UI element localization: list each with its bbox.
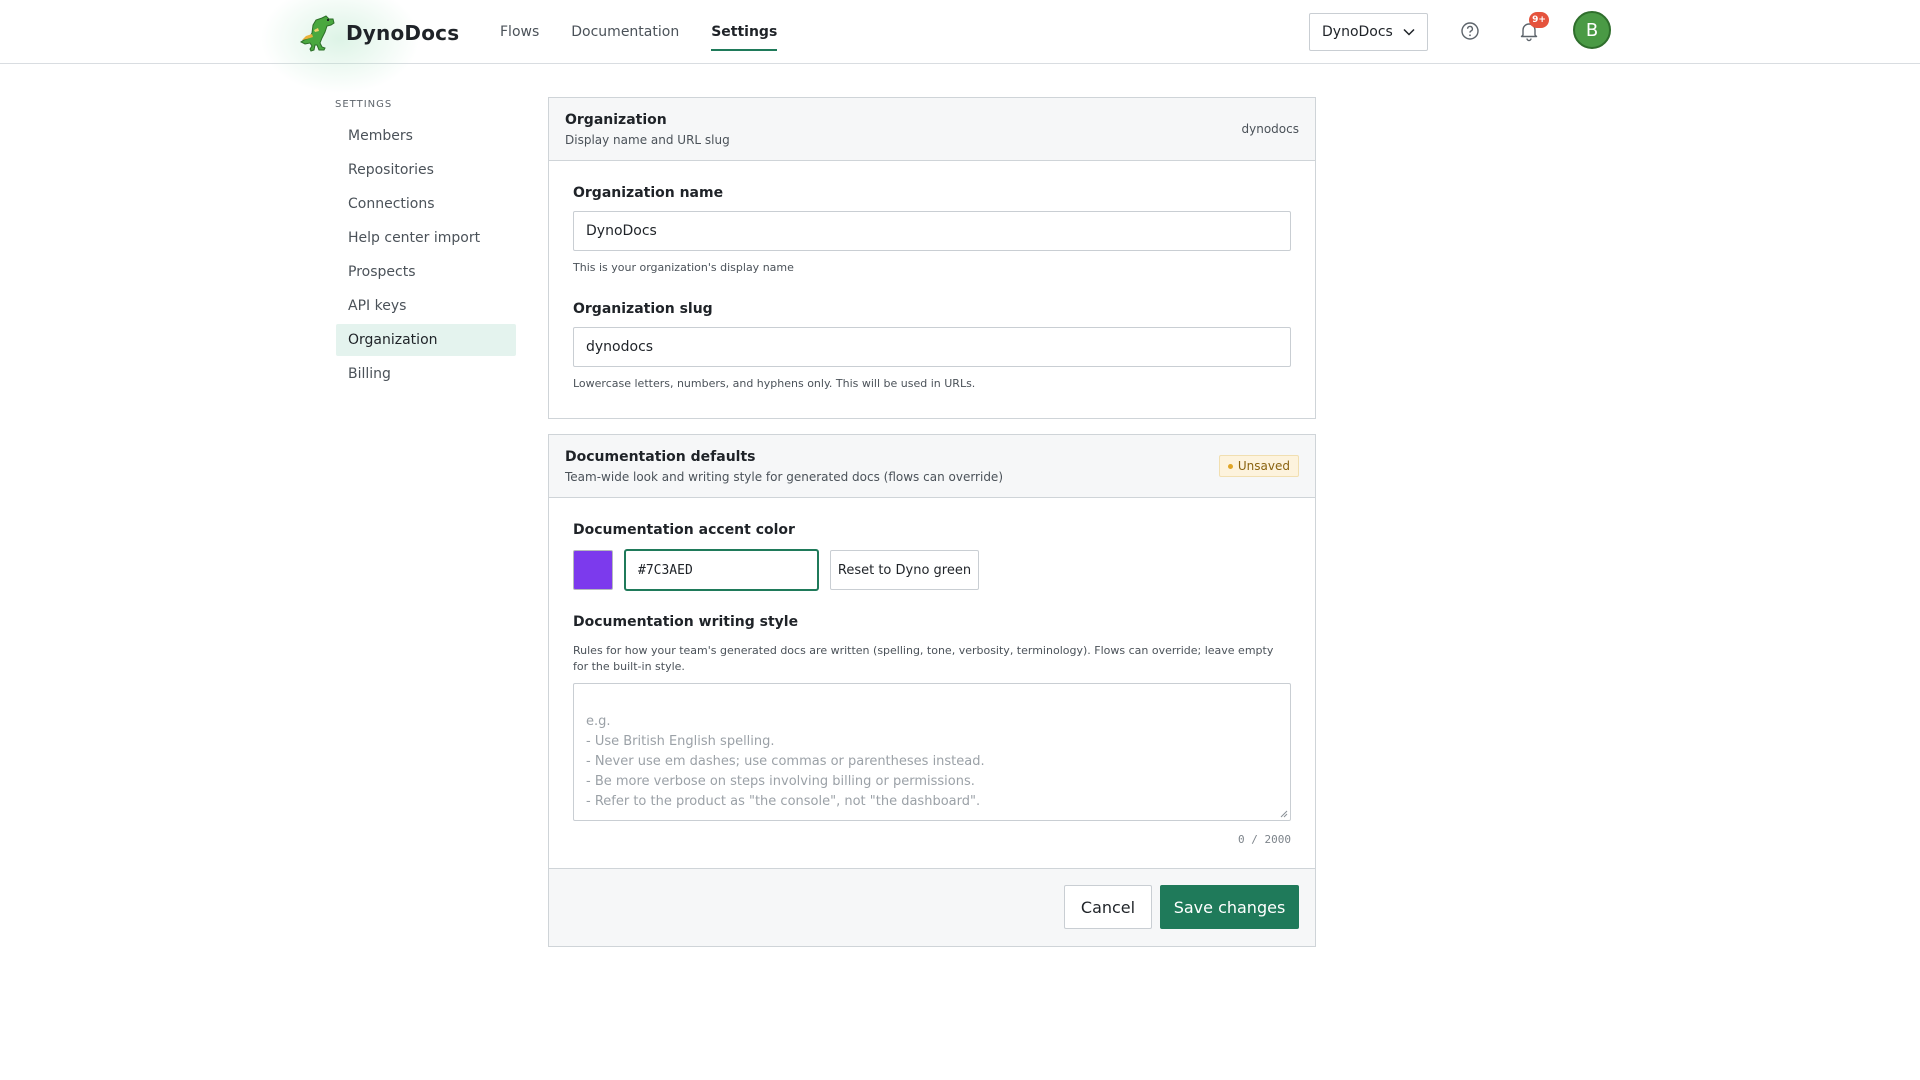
accent-color-swatch[interactable] [573, 550, 613, 590]
card-footer: Cancel Save changes [549, 868, 1315, 946]
organization-card-title: Organization [565, 112, 667, 128]
accent-color-label: Documentation accent color [573, 522, 795, 538]
main-nav: Flows Documentation Settings [500, 0, 778, 64]
writing-style-label: Documentation writing style [573, 614, 799, 630]
org-name-hint: This is your organization's display name [573, 261, 794, 274]
chevron-down-icon [1403, 28, 1415, 36]
sidebar-heading: SETTINGS [335, 99, 393, 110]
organization-card-subtitle: Display name and URL slug [565, 133, 730, 147]
dino-logo-icon [300, 15, 335, 52]
writing-style-textarea[interactable]: e.g. - Use British English spelling. - N… [573, 683, 1291, 821]
nav-settings[interactable]: Settings [711, 0, 778, 64]
org-selector[interactable]: DynoDocs [1309, 13, 1428, 51]
sidebar-item-repositories[interactable]: Repositories [336, 154, 516, 186]
sidebar: Members Repositories Connections Help ce… [336, 120, 516, 392]
save-changes-button[interactable]: Save changes [1160, 885, 1299, 929]
doc-defaults-subtitle: Team-wide look and writing style for gen… [565, 470, 1003, 484]
sidebar-item-prospects[interactable]: Prospects [336, 256, 516, 288]
sidebar-item-api-keys[interactable]: API keys [336, 290, 516, 322]
org-slug-hint: Lowercase letters, numbers, and hyphens … [573, 377, 976, 390]
nav-documentation[interactable]: Documentation [571, 0, 679, 64]
documentation-defaults-card: Documentation defaults Team-wide look an… [548, 434, 1316, 947]
avatar[interactable]: B [1573, 11, 1611, 49]
accent-color-hex-input[interactable] [624, 549, 819, 591]
organization-card-header: Organization Display name and URL slug d… [549, 98, 1315, 161]
logo-glow [260, 0, 420, 94]
writing-style-description: Rules for how your team's generated docs… [573, 644, 1274, 673]
doc-defaults-title: Documentation defaults [565, 449, 756, 465]
org-name-input[interactable] [573, 211, 1291, 251]
organization-slug-display: dynodocs [1241, 122, 1299, 136]
org-slug-input[interactable] [573, 327, 1291, 367]
organization-card: Organization Display name and URL slug d… [548, 97, 1316, 419]
notification-badge: 9+ [1529, 12, 1549, 28]
org-slug-label: Organization slug [573, 301, 713, 317]
writing-style-placeholder: e.g. - Use British English spelling. - N… [586, 714, 985, 809]
brand-logo[interactable]: DynoDocs [260, 0, 460, 94]
org-name-label: Organization name [573, 185, 724, 201]
doc-defaults-header: Documentation defaults Team-wide look an… [549, 435, 1315, 498]
reset-color-button[interactable]: Reset to Dyno green [830, 550, 979, 590]
sidebar-item-help-center-import[interactable]: Help center import [336, 222, 516, 254]
org-selector-label: DynoDocs [1322, 24, 1393, 40]
sidebar-item-organization[interactable]: Organization [336, 324, 516, 356]
top-bar: DynoDocs Flows Documentation Settings Dy… [0, 0, 1920, 94]
character-counter: 0 / 2000 [1238, 833, 1291, 846]
resize-handle-icon[interactable] [1278, 808, 1288, 818]
sidebar-item-members[interactable]: Members [336, 120, 516, 152]
brand-name: DynoDocs [346, 21, 460, 45]
help-circle-icon[interactable] [1460, 21, 1480, 41]
unsaved-badge: Unsaved [1218, 455, 1299, 477]
sidebar-item-billing[interactable]: Billing [336, 358, 516, 390]
cancel-button[interactable]: Cancel [1064, 885, 1152, 929]
sidebar-item-connections[interactable]: Connections [336, 188, 516, 220]
nav-flows[interactable]: Flows [500, 0, 539, 64]
